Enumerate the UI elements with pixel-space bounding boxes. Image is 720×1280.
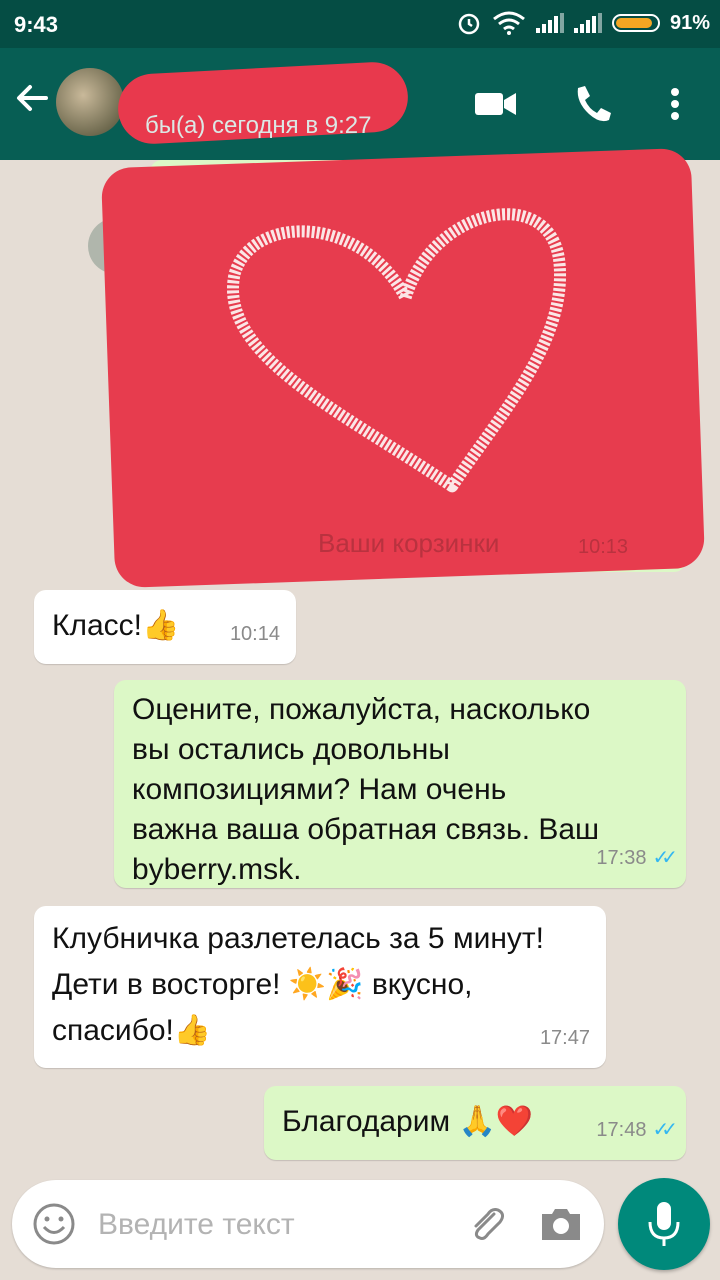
message-time: 17:38 — [596, 847, 647, 869]
message-time: 10:13 — [578, 536, 629, 558]
voice-call-button[interactable] — [570, 82, 618, 126]
attach-icon — [474, 1208, 505, 1240]
message-time: 10:14 — [229, 623, 280, 645]
message-meta: 17:38 ✓✓ — [596, 838, 677, 878]
emoji-icon — [33, 1203, 75, 1245]
phone-icon — [577, 86, 611, 122]
read-ticks-icon: ✓✓ — [652, 1119, 677, 1141]
last-seen-status: бы(а) сегодня в 9:27 — [145, 112, 372, 139]
avatar[interactable] — [56, 68, 124, 136]
battery-percent: 91% — [669, 11, 710, 34]
more-vert-icon — [671, 88, 679, 120]
chat-area[interactable]: Ваши корзинки 10:13 Класс!👍 10:14 Оценит… — [0, 147, 720, 1170]
redacted-image — [100, 147, 706, 589]
emoji-button[interactable] — [32, 1202, 76, 1246]
incoming-message[interactable]: Клубничка разлетелась за 5 минут! Дети в… — [34, 906, 606, 1068]
image-caption: Ваши корзинки — [318, 528, 500, 558]
status-time: 9:43 — [14, 12, 59, 37]
video-call-button[interactable] — [472, 82, 520, 126]
camera-button[interactable] — [538, 1202, 584, 1246]
signal-icon — [535, 13, 564, 33]
back-button[interactable] — [12, 78, 56, 122]
outgoing-message[interactable]: Благодарим 🙏❤️ 17:48 ✓✓ — [264, 1086, 686, 1160]
message-meta: 17:47 — [540, 1018, 590, 1058]
message-composer — [12, 1180, 604, 1268]
attach-button[interactable] — [462, 1200, 510, 1248]
party-popper-emoji: 🎉 — [326, 968, 364, 1001]
message-time: 17:47 — [539, 1027, 590, 1049]
red-heart-emoji: ❤️ — [495, 1105, 534, 1138]
more-options-button[interactable] — [660, 82, 690, 126]
status-icons: 91% — [456, 10, 710, 36]
message-text: Клубничка разлетелась за 5 минут! Дети в… — [52, 922, 544, 1047]
chat-header: бы(а) сегодня в 9:27 — [0, 48, 720, 160]
sun-emoji: ☀️ — [288, 968, 327, 1001]
mic-icon — [648, 1202, 680, 1246]
praying-hands-emoji: 🙏 — [458, 1105, 496, 1138]
alarm-icon — [458, 13, 480, 35]
message-meta: 17:48 ✓✓ — [596, 1110, 677, 1150]
incoming-message[interactable]: Класс!👍 10:14 — [34, 590, 296, 664]
status-bar: 9:43 91% — [0, 0, 720, 48]
camera-icon — [542, 1209, 580, 1240]
video-call-icon — [475, 93, 516, 115]
read-ticks-icon: ✓✓ — [652, 847, 677, 869]
message-text: Оцените, пожалуйста, насколько вы остали… — [132, 693, 600, 886]
voice-record-button[interactable] — [618, 1178, 710, 1270]
arrow-left-icon — [17, 85, 48, 111]
signal-icon — [573, 13, 602, 33]
message-meta: 10:14 — [230, 614, 280, 654]
outgoing-message[interactable]: Оцените, пожалуйста, насколько вы остали… — [114, 680, 686, 888]
thumbs-up-emoji: 👍 — [142, 609, 180, 642]
message-input[interactable] — [96, 1200, 440, 1250]
thumbs-up-emoji: 👍 — [173, 1014, 212, 1047]
message-text: Благодарим 🙏❤️ — [282, 1105, 534, 1138]
message-time: 17:48 — [596, 1119, 647, 1141]
message-text: Класс!👍 — [52, 609, 180, 642]
heart-drawing — [227, 208, 567, 493]
battery-icon — [611, 14, 660, 32]
wifi-icon — [493, 11, 525, 35]
